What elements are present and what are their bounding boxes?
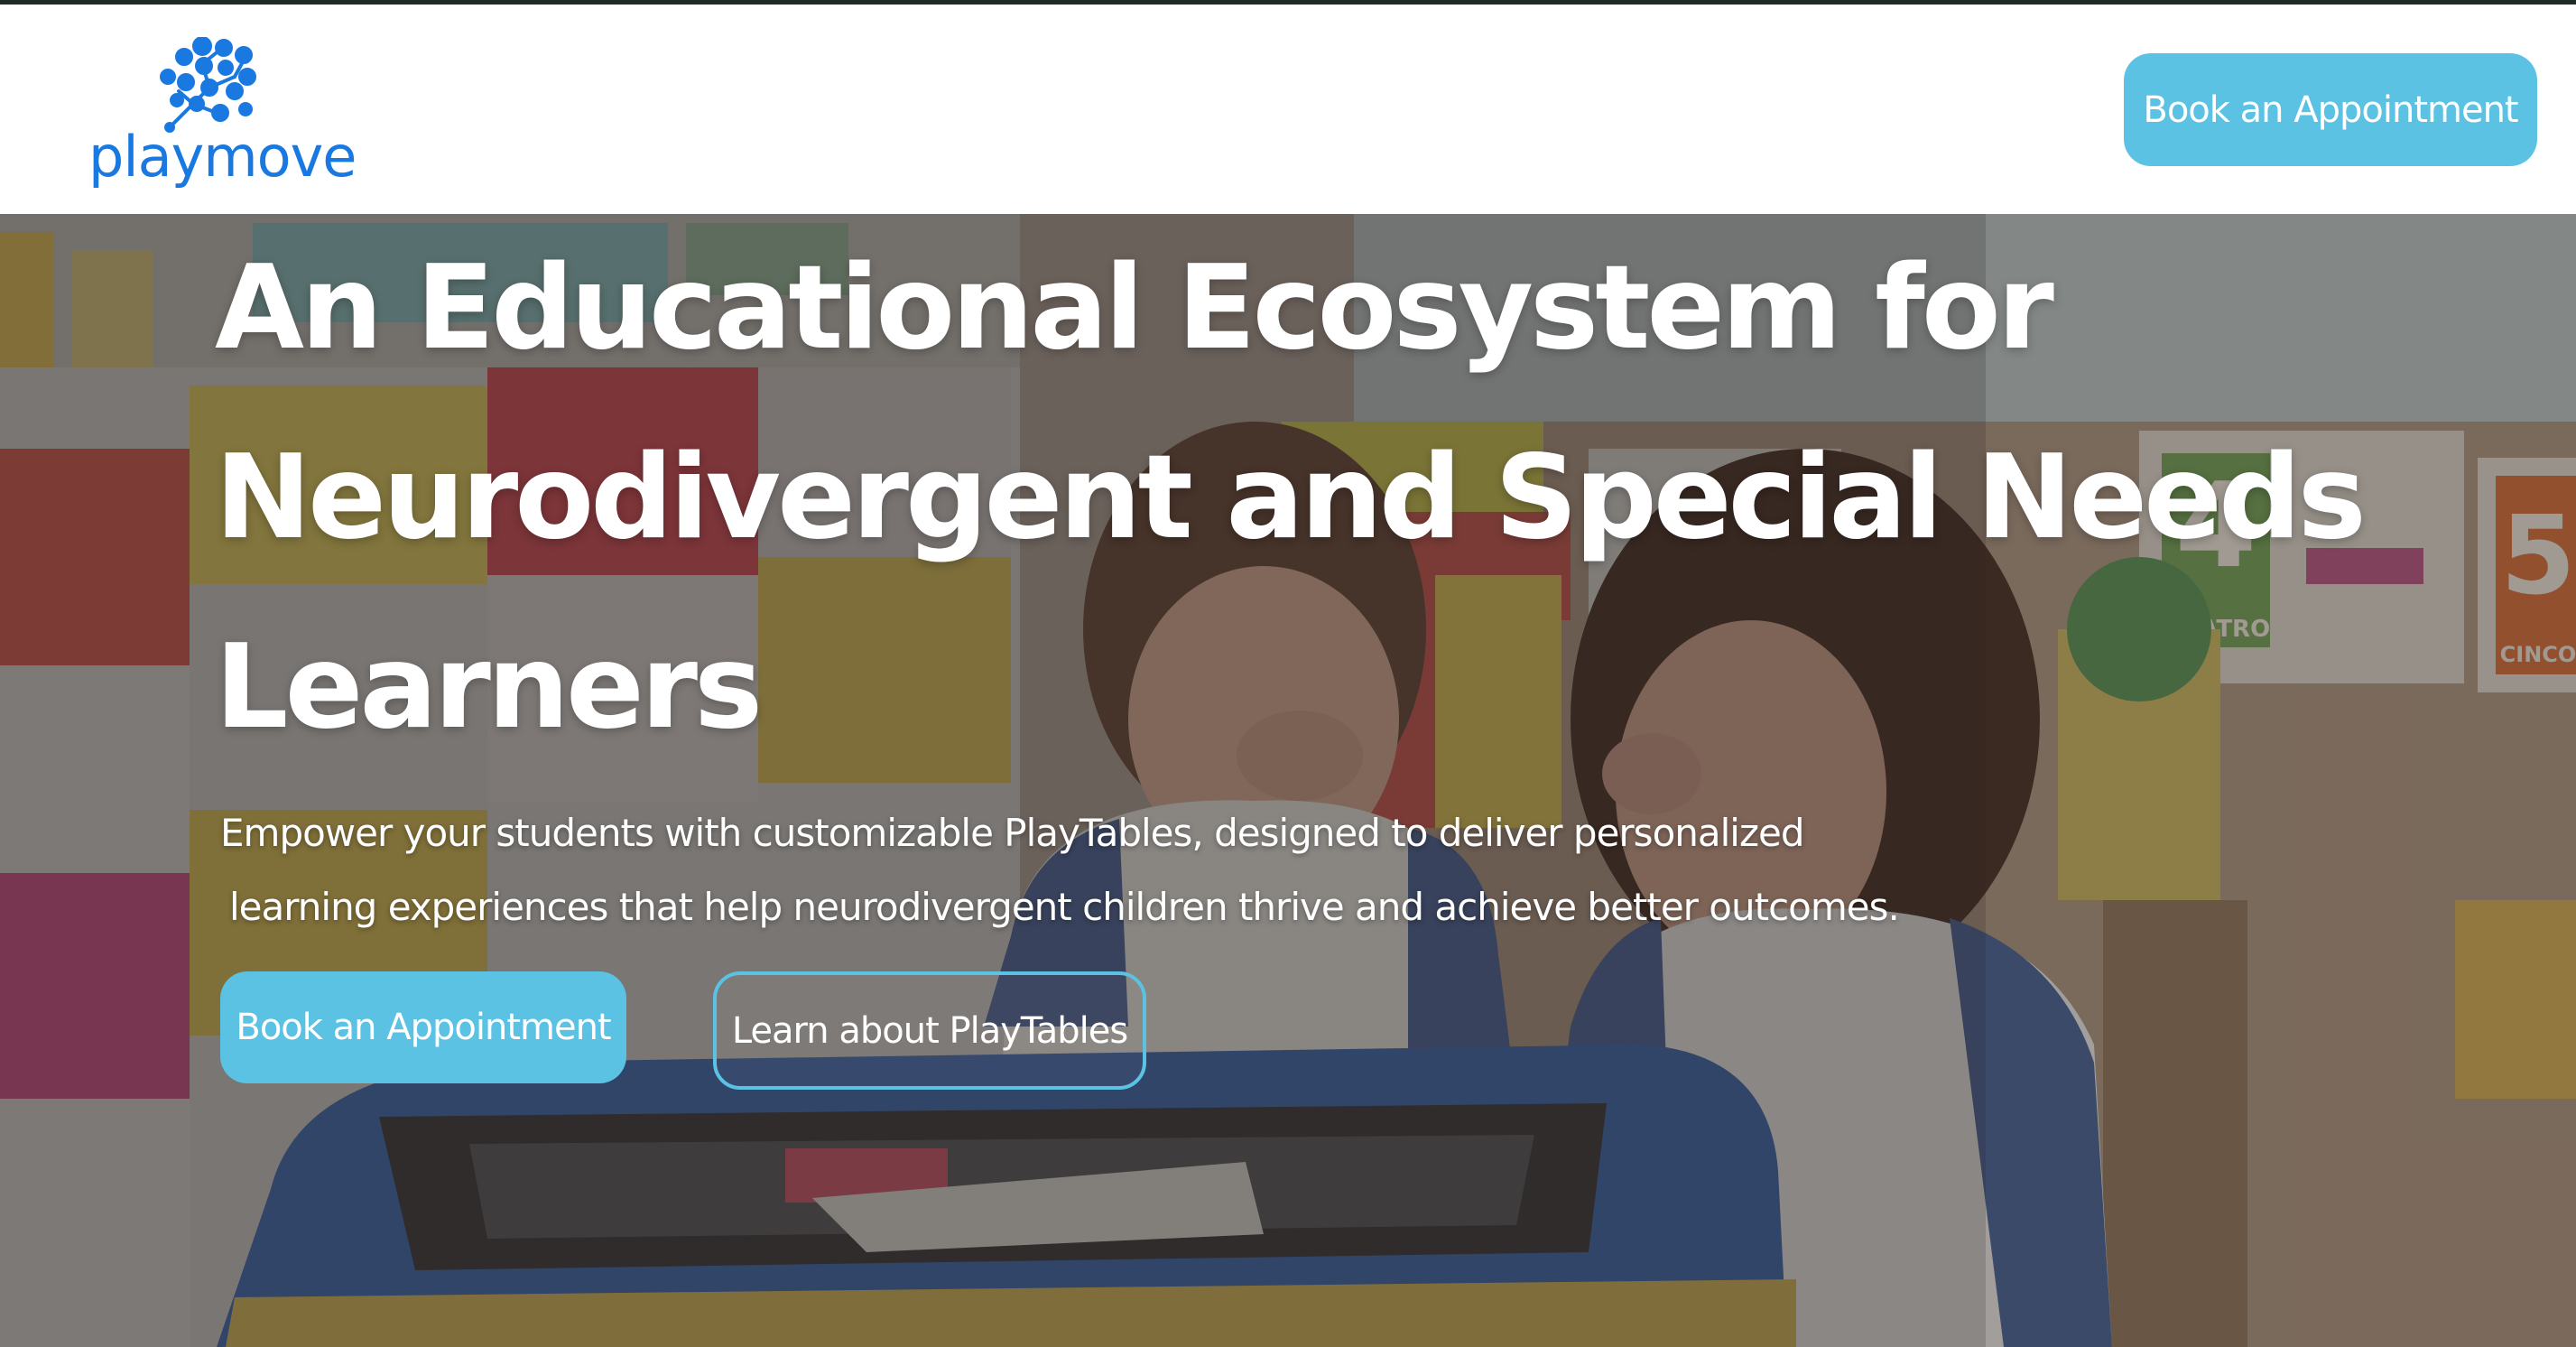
hero-title-line-3: Learners bbox=[215, 620, 763, 755]
brand-logo[interactable]: playmove bbox=[88, 37, 357, 190]
hero-title-line-1: An Educational Ecosystem for bbox=[215, 241, 2054, 376]
header-book-appointment-button[interactable]: Book an Appointment bbox=[2124, 53, 2537, 166]
site-header: playmove Book an Appointment bbox=[0, 5, 2576, 214]
hero-subtitle-line-2: learning experiences that help neurodive… bbox=[229, 885, 1900, 929]
hero-title-line-2: Neurodivergent and Special Needs bbox=[215, 431, 2367, 565]
hero-title: An Educational Ecosystem for Neurodiverg… bbox=[215, 214, 2367, 783]
learn-about-playtables-button[interactable]: Learn about PlayTables bbox=[713, 971, 1146, 1090]
brand-name: playmove bbox=[88, 124, 357, 190]
hero-subtitle: Empower your students with customizable … bbox=[220, 796, 1900, 944]
hero-section: 4 QUATRO 5 CINCO bbox=[0, 214, 2576, 1347]
hero-subtitle-line-1: Empower your students with customizable … bbox=[220, 811, 1805, 855]
hero-book-appointment-button[interactable]: Book an Appointment bbox=[220, 971, 626, 1083]
playmove-dots-icon bbox=[160, 37, 256, 133]
